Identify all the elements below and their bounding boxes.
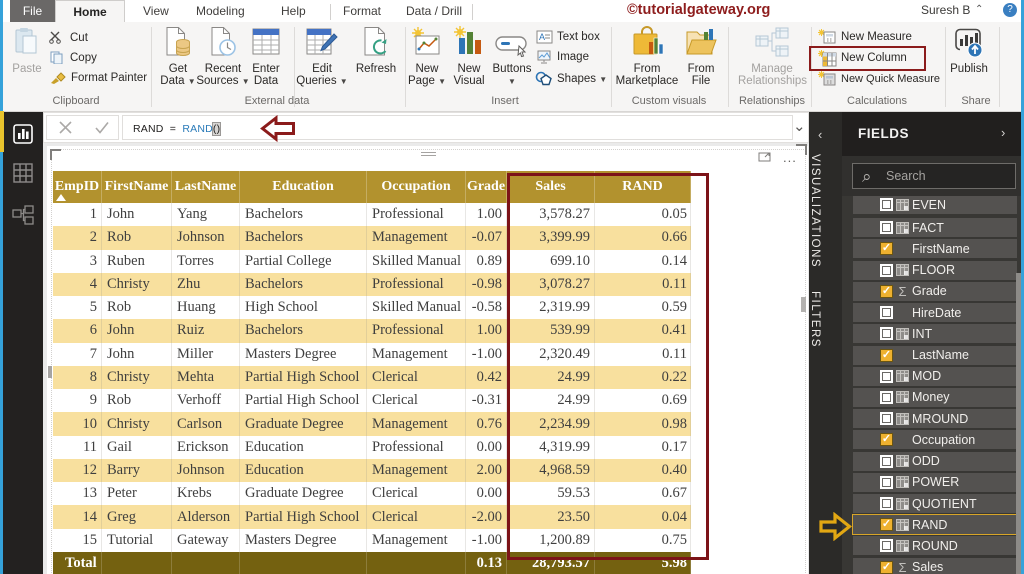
svg-text:A: A	[539, 32, 545, 42]
